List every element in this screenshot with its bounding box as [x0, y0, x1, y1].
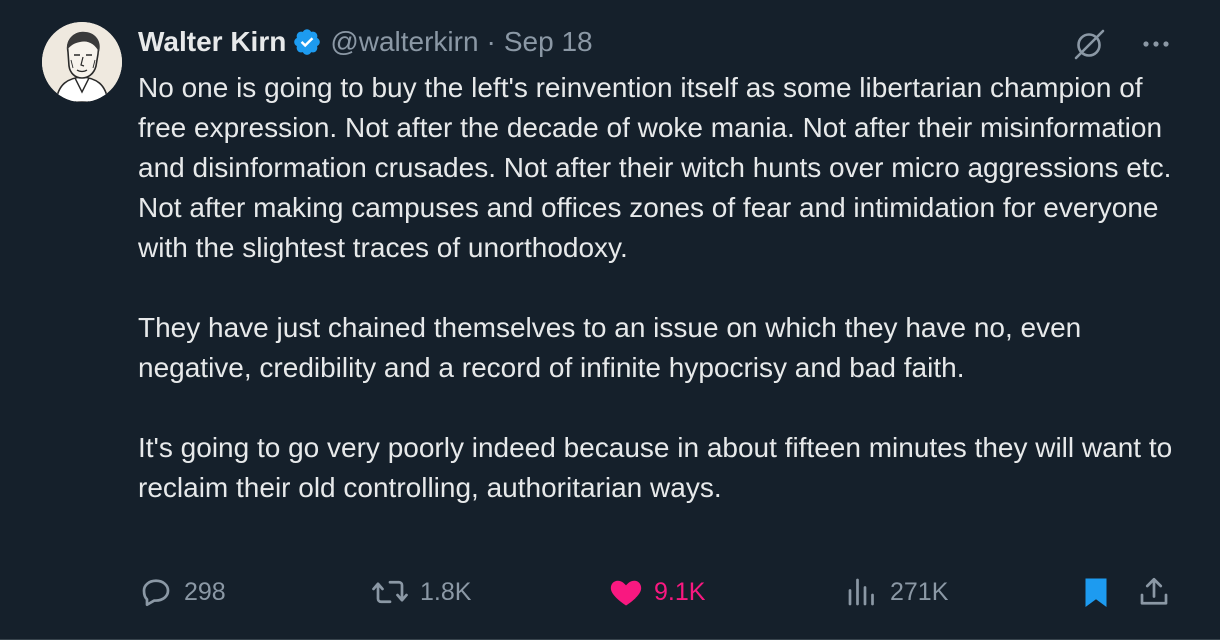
author-handle[interactable]: @walterkirn — [330, 26, 478, 58]
views-icon — [848, 578, 874, 606]
retweet-icon — [372, 580, 408, 604]
avatar-portrait-illustration — [42, 22, 122, 102]
header-separator: · — [486, 26, 496, 57]
more-options-icon[interactable] — [1140, 28, 1172, 60]
tweet-date[interactable]: Sep 18 — [504, 26, 593, 58]
views-count: 271K — [890, 577, 949, 606]
tweet-paragraph-3: It's going to go very poorly indeed beca… — [138, 432, 1180, 503]
reply-button[interactable]: 298 — [138, 570, 226, 614]
tweet-paragraph-2: They have just chained themselves to an … — [138, 312, 1090, 383]
like-count: 9.1K — [654, 577, 706, 606]
share-icon — [1140, 577, 1168, 605]
avatar[interactable] — [42, 22, 122, 102]
verified-badge-icon[interactable] — [292, 27, 322, 57]
bookmark-button[interactable] — [1078, 570, 1114, 614]
grok-icon[interactable] — [1072, 26, 1108, 62]
views-button[interactable]: 271K — [844, 570, 948, 614]
heart-icon — [610, 580, 642, 606]
tweet-text: No one is going to buy the left's reinve… — [138, 68, 1188, 508]
tweet-card: Walter Kirn @walterkirn · Sep 18 No one … — [0, 0, 1220, 640]
reply-count: 298 — [184, 577, 226, 606]
tweet-header: Walter Kirn @walterkirn · Sep 18 — [138, 24, 593, 60]
retweet-button[interactable]: 1.8K — [370, 570, 471, 614]
tweet-paragraph-1: No one is going to buy the left's reinve… — [138, 72, 1180, 263]
retweet-count: 1.8K — [420, 577, 472, 606]
like-button[interactable]: 9.1K — [608, 570, 705, 614]
reply-icon — [142, 579, 170, 607]
bookmark-icon — [1085, 578, 1107, 607]
header-actions — [1072, 26, 1172, 62]
tweet-actions-bar: 298 1.8K 9.1K 271K — [138, 570, 1178, 614]
share-button[interactable] — [1136, 570, 1172, 614]
author-name[interactable]: Walter Kirn — [138, 26, 286, 58]
